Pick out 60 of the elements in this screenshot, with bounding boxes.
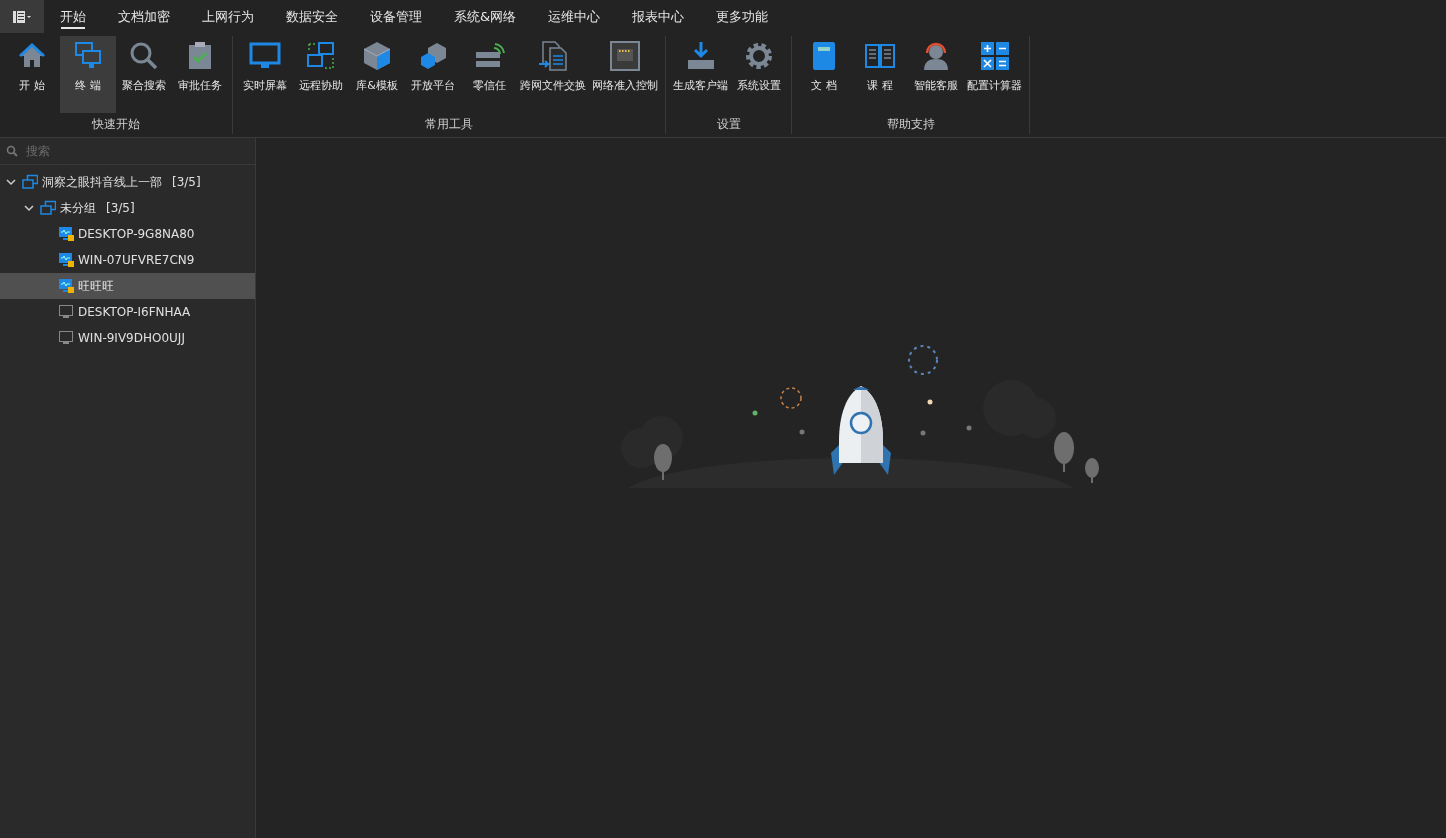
cube-icon bbox=[361, 40, 393, 72]
group-label: 常用工具 bbox=[424, 116, 474, 133]
documents-arrow-icon bbox=[537, 40, 569, 72]
network-port-icon bbox=[609, 40, 641, 72]
menu-tab[interactable]: 上网行为 bbox=[186, 0, 270, 33]
computers-icon bbox=[22, 174, 38, 190]
settings-icon bbox=[743, 40, 775, 72]
ribbon-button[interactable]: 远程协助 bbox=[293, 36, 349, 113]
menu-tab[interactable]: 设备管理 bbox=[354, 0, 438, 33]
group-label: 帮助支持 bbox=[885, 116, 936, 133]
menu-tab[interactable]: 数据安全 bbox=[270, 0, 354, 33]
search-icon bbox=[6, 145, 18, 157]
device-name[interactable]: DESKTOP-I6FNHAA bbox=[78, 305, 191, 319]
ribbon-button[interactable]: 课 程 bbox=[852, 36, 908, 113]
menu-tab[interactable]: 系统&网络 bbox=[438, 0, 533, 33]
computer-lock-icon bbox=[58, 226, 74, 242]
app-menu-button[interactable] bbox=[0, 0, 44, 33]
ribbon-button[interactable]: 聚合搜索 bbox=[116, 36, 172, 113]
ribbon-button[interactable]: 零信任 bbox=[461, 36, 517, 113]
calculator-icon bbox=[978, 40, 1011, 72]
group-name[interactable]: 未分组 bbox=[60, 199, 96, 217]
device-name[interactable]: WIN-07UFVRE7CN9 bbox=[78, 253, 195, 267]
menu-tab[interactable]: 报表中心 bbox=[616, 0, 701, 33]
menu-tab[interactable]: 文档加密 bbox=[102, 0, 186, 33]
ribbon-button[interactable]: 实时屏幕 bbox=[237, 36, 293, 113]
search-field[interactable]: 搜索 bbox=[24, 143, 228, 159]
menu-tab[interactable]: 运维中心 bbox=[532, 0, 617, 33]
computer-lock-icon bbox=[58, 278, 74, 294]
device-name[interactable]: 旺旺旺 bbox=[78, 277, 114, 295]
ribbon-button[interactable]: 开放平台 bbox=[405, 36, 461, 113]
computer-lock-icon bbox=[58, 252, 74, 268]
tree-row[interactable]: 旺旺旺 bbox=[0, 273, 255, 299]
menu-icon bbox=[12, 9, 32, 24]
device-name[interactable]: DESKTOP-9G8NA80 bbox=[78, 227, 195, 241]
ribbon-button[interactable]: 跨网文件交换 bbox=[517, 36, 589, 113]
ribbon-button[interactable]: 库&模板 bbox=[349, 36, 405, 113]
computer-icon bbox=[58, 330, 74, 346]
ribbon-button[interactable]: 终 端 bbox=[60, 36, 116, 113]
ribbon-button[interactable]: 配置计算器 bbox=[964, 36, 1025, 113]
menu-tab[interactable]: 更多功能 bbox=[700, 0, 785, 33]
remote-computers-icon bbox=[305, 40, 337, 72]
device-count: [3/5] bbox=[106, 201, 135, 215]
ribbon-button[interactable]: 智能客服 bbox=[908, 36, 964, 113]
computer-icon bbox=[58, 304, 74, 320]
group-label: 设置 bbox=[715, 116, 742, 133]
ribbon-button[interactable]: 开 始 bbox=[4, 36, 60, 113]
ribbon-button[interactable]: 生成客户端 bbox=[670, 36, 731, 113]
ribbon-button[interactable]: 文 档 bbox=[796, 36, 852, 113]
device-name[interactable]: WIN-9IV9DHO0UJJ bbox=[78, 331, 185, 345]
device-count: [3/5] bbox=[172, 175, 201, 189]
chevron-down-icon[interactable] bbox=[24, 203, 34, 213]
group-name[interactable]: 洞察之眼抖音线上一部 bbox=[42, 173, 162, 191]
menu-tab[interactable]: 开始 bbox=[44, 0, 102, 33]
group-label: 快速开始 bbox=[91, 116, 141, 133]
computers-icon bbox=[40, 200, 56, 216]
chevron-down-icon[interactable] bbox=[6, 177, 16, 187]
ribbon-button[interactable]: 网络准入控制 bbox=[589, 36, 661, 113]
ribbon-button[interactable]: 审批任务 bbox=[172, 36, 228, 113]
ribbon-button[interactable]: 系统设置 bbox=[731, 36, 787, 113]
search-icon bbox=[128, 40, 160, 72]
